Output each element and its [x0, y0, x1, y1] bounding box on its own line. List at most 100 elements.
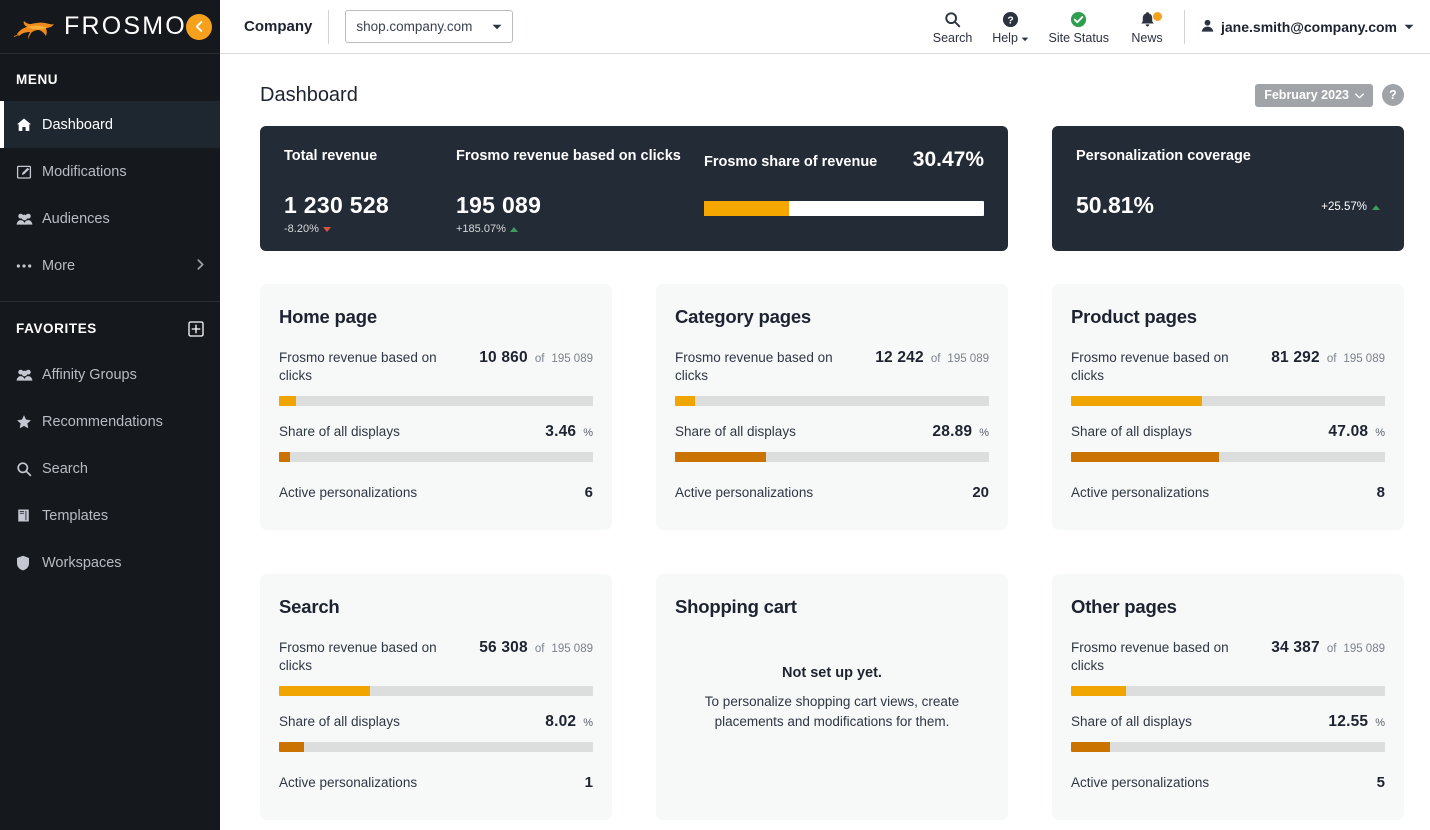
kpi-share-progress-track [704, 201, 984, 216]
metric-active-personalizations: Active personalizations 6 [279, 484, 593, 501]
chevron-down-icon [492, 22, 502, 32]
book-icon [16, 508, 42, 523]
page-type-card[interactable]: Product pages Frosmo revenue based on cli… [1052, 284, 1404, 530]
share-progress-track [1071, 741, 1385, 752]
sidebar-item-label: More [42, 257, 76, 274]
sidebar-item-more[interactable]: More [0, 242, 220, 289]
metric-label: Share of all displays [1071, 713, 1192, 729]
sidebar-item-label: Recommendations [42, 413, 163, 430]
topbar-actions: Search ? Help Site Status News jane.smit… [924, 9, 1414, 45]
card-title: Search [279, 596, 340, 617]
sidebar-item-search[interactable]: Search [0, 445, 220, 492]
sidebar-item-label: Search [42, 460, 88, 477]
sidebar-item-label: Modifications [42, 163, 127, 180]
sidebar-item-dashboard[interactable]: Dashboard [0, 101, 220, 148]
sidebar-item-recommendations[interactable]: Recommendations [0, 398, 220, 445]
chevron-down-icon [1021, 31, 1029, 45]
metric-of-label: of [534, 353, 545, 365]
date-range-selector[interactable]: February 2023 [1255, 83, 1373, 107]
sidebar-menu-heading: MENU [0, 54, 220, 101]
share-progress-fill [1071, 741, 1111, 752]
page-type-card[interactable]: Search Frosmo revenue based on clicks 56 3… [260, 574, 612, 820]
kpi-summary-panel: Total revenue 1 230 528 -8.20% Frosmo re… [260, 126, 1008, 251]
kpi-row: Total revenue 1 230 528 -8.20% Frosmo re… [260, 126, 1404, 251]
kpi-delta: +25.57% [1321, 201, 1380, 219]
metric-of-label: of [534, 643, 545, 655]
metric-total: 195 089 [551, 353, 593, 365]
topbar-action-label: Search [932, 30, 973, 45]
help-question-mark: ? [1389, 88, 1397, 102]
metric-value: 81 292 [1271, 349, 1320, 366]
metric-value: 8.02 [545, 712, 577, 730]
empty-state-title: Not set up yet. [782, 665, 882, 681]
topbar-search-button[interactable]: Search [924, 9, 982, 45]
svg-text:?: ? [1007, 15, 1013, 26]
triangle-up-icon [509, 226, 518, 232]
triangle-up-icon [1372, 204, 1380, 210]
metric-label: Share of all displays [279, 713, 400, 729]
share-progress-fill [1071, 451, 1219, 462]
site-select[interactable]: shop.company.com [345, 10, 514, 43]
page-help-button[interactable]: ? [1382, 84, 1404, 106]
sidebar-item-audiences[interactable]: Audiences [0, 195, 220, 242]
sidebar-collapse-icon[interactable] [186, 13, 212, 40]
kpi-label: Personalization coverage [1076, 148, 1251, 164]
brand-name: FROSMO [64, 12, 187, 40]
plus-square-icon[interactable] [187, 320, 204, 337]
share-progress-fill [675, 451, 766, 462]
share-progress-track [1071, 451, 1385, 462]
kpi-total-revenue: Total revenue 1 230 528 -8.20% [284, 148, 456, 251]
user-menu[interactable]: jane.smith@company.com [1184, 9, 1414, 44]
sidebar-item-workspaces[interactable]: Workspaces [0, 539, 220, 586]
metric-share-of-displays: Share of all displays 47.08% [1071, 423, 1385, 462]
metric-share-of-displays: Share of all displays 8.02% [279, 713, 593, 752]
metric-share-of-displays: Share of all displays 28.89% [675, 423, 989, 462]
share-progress-track [279, 741, 593, 752]
metric-value: 20 [972, 483, 989, 501]
sidebar-item-affinity-groups[interactable]: Affinity Groups [0, 351, 220, 398]
home-icon [16, 117, 42, 133]
metric-value: 56 308 [479, 639, 528, 656]
share-progress-fill [279, 741, 305, 752]
sidebar-item-modifications[interactable]: Modifications [0, 148, 220, 195]
metric-value: 6 [584, 483, 593, 501]
page-type-card[interactable]: Category pages Frosmo revenue based on cl… [656, 284, 1008, 530]
card-title: Home page [279, 306, 377, 327]
company-label: Company [244, 18, 313, 35]
page-title: Dashboard [260, 83, 358, 106]
search-icon [16, 461, 42, 477]
card-title: Other pages [1071, 596, 1177, 617]
metric-value: 5 [1376, 773, 1385, 791]
date-range-label: February 2023 [1264, 88, 1349, 102]
metric-value: 10 860 [479, 349, 528, 366]
metric-revenue: Frosmo revenue based on clicks 34 387 of 19… [1071, 639, 1385, 696]
kpi-coverage-row: 50.81% +25.57% [1076, 164, 1380, 219]
share-progress-track [279, 451, 593, 462]
percent-sign: % [1375, 426, 1385, 439]
topbar-site-status-button[interactable]: Site Status [1040, 9, 1118, 45]
page-type-card[interactable]: Shopping cart Not set up yet. To personali… [656, 574, 1008, 820]
metric-total: 195 089 [1343, 643, 1385, 655]
topbar-help-button[interactable]: ? Help [982, 9, 1040, 45]
sidebar-item-label: Templates [42, 507, 109, 524]
question-circle-icon: ? [1002, 9, 1019, 30]
metric-of-label: of [1326, 353, 1337, 365]
page-type-card[interactable]: Home page Frosmo revenue based on clicks 1… [260, 284, 612, 530]
kpi-delta-text: -8.20% [284, 223, 319, 235]
revenue-progress-fill [279, 395, 297, 406]
page-type-card[interactable]: Other pages Frosmo revenue based on click… [1052, 574, 1404, 820]
share-progress-fill [279, 451, 290, 462]
topbar-action-label: Site Status [1048, 30, 1109, 45]
metric-total: 195 089 [947, 353, 989, 365]
metric-label: Active personalizations [675, 484, 814, 500]
metric-share-of-displays: Share of all displays 3.46% [279, 423, 593, 462]
kpi-delta-text: +25.57% [1321, 201, 1367, 213]
share-progress-track [675, 451, 989, 462]
topbar-news-button[interactable]: News [1118, 9, 1176, 45]
metric-label: Share of all displays [279, 423, 400, 439]
kpi-share-progress-fill [704, 201, 790, 216]
check-circle-icon [1070, 9, 1087, 30]
chevron-down-icon [1355, 88, 1364, 102]
metric-value: 34 387 [1271, 639, 1320, 656]
sidebar-item-templates[interactable]: Templates [0, 492, 220, 539]
